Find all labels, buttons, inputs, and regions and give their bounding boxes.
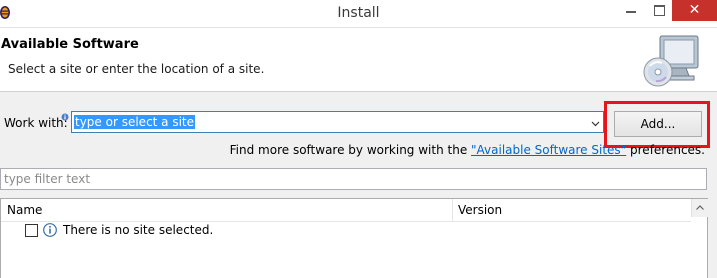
available-software-sites-link[interactable]: "Available Software Sites": [471, 143, 626, 157]
work-with-combo[interactable]: type or select a site: [71, 111, 604, 133]
info-decorator-icon: [61, 110, 69, 121]
maximize-button[interactable]: [646, 0, 672, 22]
find-more-prefix: Find more software by working with the: [229, 143, 472, 157]
page-description: Select a site or enter the location of a…: [8, 62, 265, 76]
filter-input[interactable]: type filter text: [0, 168, 707, 190]
row-name-cell: There is no site selected.: [63, 223, 214, 237]
table-header: Name Version: [1, 199, 691, 222]
column-header-version[interactable]: Version: [458, 203, 502, 217]
column-header-name[interactable]: Name: [7, 203, 42, 217]
chevron-down-icon[interactable]: [591, 117, 600, 127]
work-with-label: Work with:: [4, 116, 68, 130]
work-with-input[interactable]: type or select a site: [74, 115, 196, 129]
page-title: Available Software: [1, 37, 139, 52]
find-more-text: Find more software by working with the "…: [230, 143, 705, 157]
install-window: Install ✕ Available Software Select a si…: [0, 0, 717, 278]
title-bar: Install ✕: [0, 0, 717, 28]
table-row[interactable]: There is no site selected.: [1, 221, 691, 239]
add-button[interactable]: Add...: [614, 111, 702, 137]
chevron-up-icon: [696, 205, 704, 210]
close-button[interactable]: ✕: [672, 0, 717, 21]
info-icon: [43, 223, 57, 237]
column-divider[interactable]: [452, 199, 453, 221]
software-table: Name Version There is no site selected.: [0, 198, 708, 278]
minimize-button[interactable]: [616, 0, 646, 22]
scrollbar-up-button[interactable]: [691, 199, 708, 217]
window-title: Install: [337, 5, 380, 21]
row-checkbox[interactable]: [25, 224, 38, 237]
install-monitor-cd-icon: [642, 32, 702, 90]
find-more-suffix: preferences.: [626, 143, 705, 157]
close-icon: ✕: [688, 2, 701, 18]
wizard-header: Available Software Select a site or ente…: [0, 28, 717, 92]
